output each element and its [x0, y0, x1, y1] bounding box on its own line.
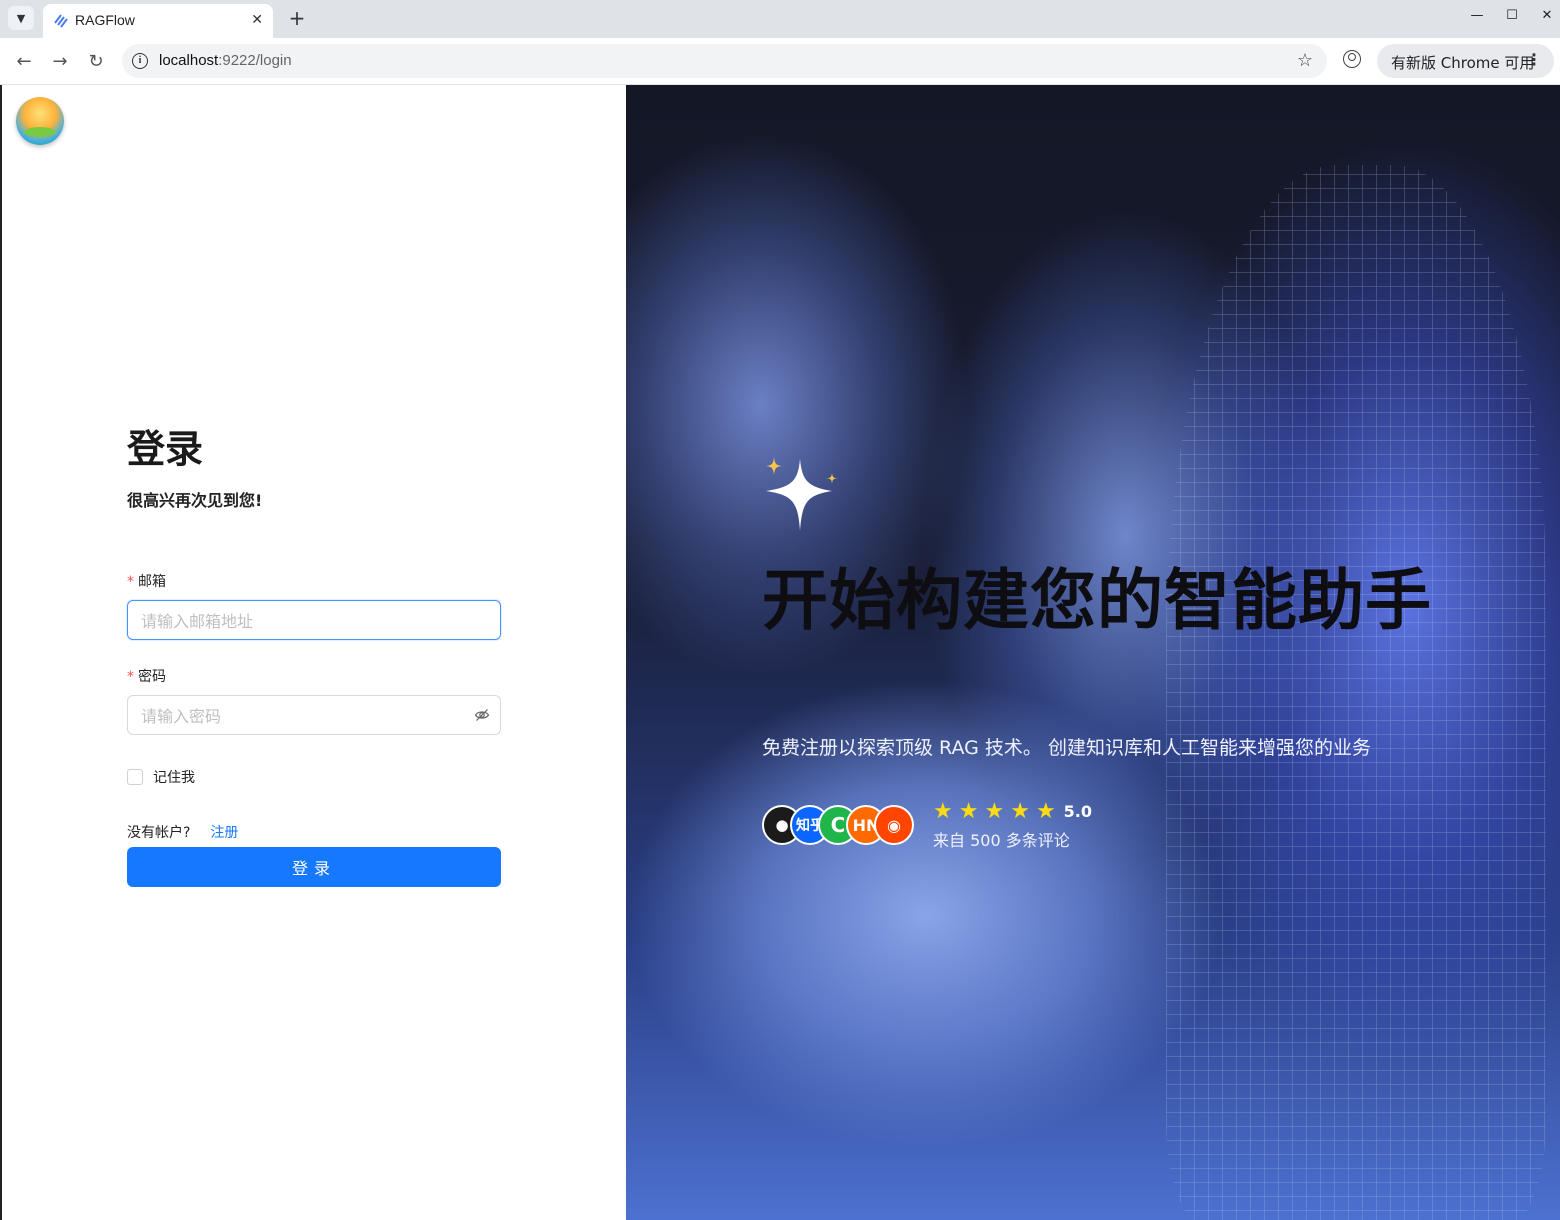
tab-title: RAGFlow	[75, 12, 135, 28]
required-mark: *	[127, 574, 134, 590]
profile-icon[interactable]	[1343, 50, 1361, 68]
remember-label: 记住我	[153, 770, 195, 786]
signup-row: 没有帐户? 注册	[127, 822, 238, 842]
chrome-update-label: 有新版 Chrome 可用	[1391, 54, 1535, 72]
minimize-window-icon[interactable]: —	[1465, 8, 1489, 23]
email-label: * 邮箱	[127, 571, 166, 591]
reddit-icon: ◉	[874, 805, 914, 845]
url-text[interactable]: localhost:9222/login	[159, 52, 292, 69]
close-window-icon[interactable]: ✕	[1535, 8, 1559, 23]
more-menu-icon[interactable]: ⋮	[1526, 50, 1542, 69]
rating-score: 5.0	[1063, 802, 1093, 821]
remember-checkbox[interactable]	[127, 769, 143, 785]
bookmark-star-icon[interactable]: ☆	[1297, 50, 1313, 71]
star-icon: ★	[1035, 799, 1056, 824]
address-bar[interactable]: i localhost:9222/login ☆	[122, 44, 1327, 78]
password-field[interactable]	[127, 695, 501, 736]
url-host: localhost	[159, 52, 219, 69]
sparkle-icon	[766, 457, 837, 531]
email-label-text: 邮箱	[138, 574, 166, 590]
password-label-text: 密码	[138, 669, 166, 685]
star-icon: ★	[958, 799, 979, 824]
password-input[interactable]	[139, 696, 463, 736]
hero-headline: 开始构建您的智能助手	[762, 562, 1432, 639]
hero-description: 免费注册以探索顶级 RAG 技术。 创建知识库和人工智能来增强您的业务	[762, 737, 1371, 759]
ragflow-logo	[16, 97, 64, 145]
eye-invisible-icon[interactable]	[474, 707, 490, 723]
login-panel: 登录 很高兴再次见到您! *邮箱 *密码 记住我 没有帐户?注册 登录	[0, 85, 626, 1220]
email-input[interactable]	[139, 601, 463, 641]
email-field[interactable]	[127, 600, 501, 641]
community-badges: ● 知乎 C HN ◉	[762, 805, 922, 847]
hero-panel: 开始构建您的智能助手 免费注册以探索顶级 RAG 技术。 创建知识库和人工智能来…	[626, 85, 1560, 1220]
ragflow-favicon-icon	[54, 14, 68, 28]
browser-tab-bar: ▼ RAGFlow ✕ + — ☐ ✕	[0, 0, 1560, 38]
remember-me[interactable]: 记住我	[127, 767, 195, 787]
rating-stars: ★ ★ ★ ★ ★ 5.0	[933, 799, 1092, 824]
login-button[interactable]: 登录	[127, 847, 501, 887]
chrome-update-button[interactable]: 有新版 Chrome 可用 ⋮	[1377, 44, 1554, 78]
url-path: :9222/login	[218, 52, 292, 69]
browser-toolbar: ← → ↻ i localhost:9222/login ☆ 有新版 Chrom…	[0, 38, 1560, 85]
login-subtitle: 很高兴再次见到您!	[127, 491, 263, 510]
site-info-icon[interactable]: i	[132, 53, 148, 69]
no-account-text: 没有帐户?	[127, 825, 191, 841]
star-icon: ★	[933, 799, 953, 824]
tab-search-chevron-icon[interactable]: ▼	[8, 6, 34, 30]
back-arrow-icon[interactable]: ←	[11, 48, 37, 74]
new-tab-button[interactable]: +	[285, 6, 309, 30]
rating-count: 来自 500 多条评论	[933, 831, 1070, 850]
tab-close-icon[interactable]: ✕	[251, 12, 263, 28]
required-mark: *	[127, 669, 134, 685]
signup-link[interactable]: 注册	[210, 825, 238, 841]
forward-arrow-icon[interactable]: →	[47, 48, 73, 74]
maximize-window-icon[interactable]: ☐	[1500, 8, 1524, 23]
browser-tab[interactable]: RAGFlow ✕	[43, 4, 273, 38]
star-icon: ★	[984, 799, 1005, 824]
login-title: 登录	[127, 427, 204, 471]
star-icon: ★	[1010, 799, 1030, 824]
password-label: * 密码	[127, 666, 166, 686]
reload-icon[interactable]: ↻	[83, 48, 109, 74]
